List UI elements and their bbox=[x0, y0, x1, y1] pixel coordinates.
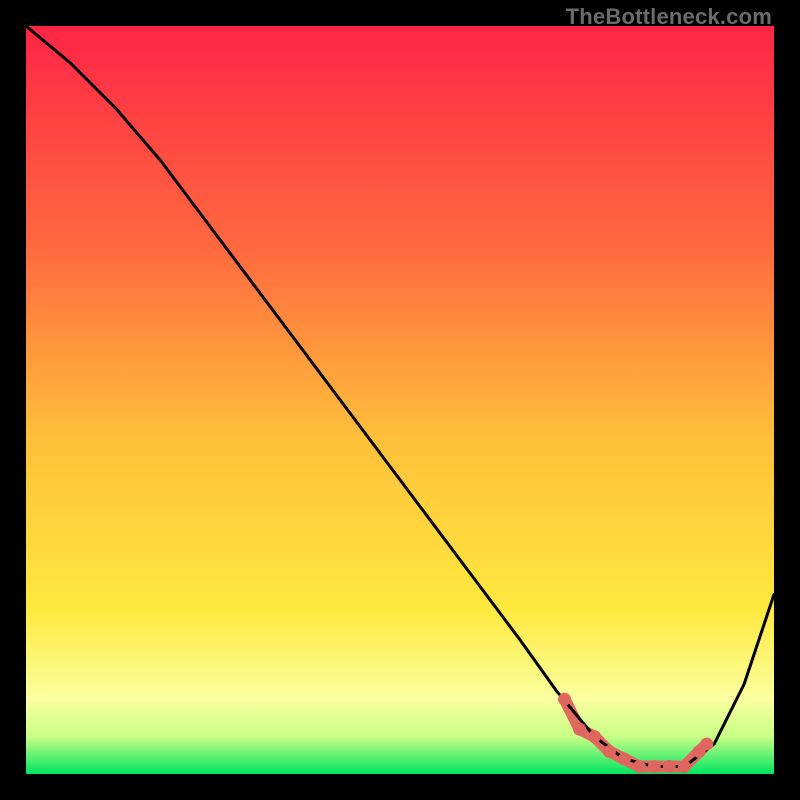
gradient-background bbox=[26, 26, 774, 774]
highlight-dot bbox=[700, 738, 713, 751]
highlight-dot bbox=[648, 760, 661, 773]
highlight-dot bbox=[663, 760, 676, 773]
highlight-dot bbox=[603, 745, 616, 758]
highlight-dot bbox=[633, 760, 646, 773]
highlight-dot bbox=[588, 730, 601, 743]
bottleneck-chart bbox=[26, 26, 774, 774]
highlight-dot bbox=[618, 753, 631, 766]
highlight-dot bbox=[678, 760, 691, 773]
chart-svg bbox=[26, 26, 774, 774]
highlight-dot bbox=[573, 723, 586, 736]
highlight-dot bbox=[558, 693, 571, 706]
